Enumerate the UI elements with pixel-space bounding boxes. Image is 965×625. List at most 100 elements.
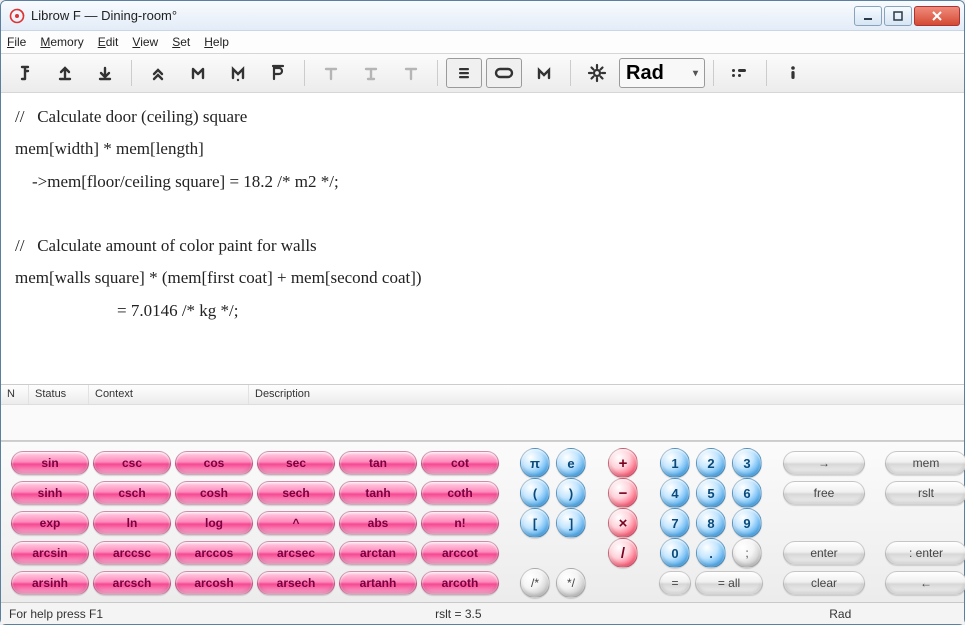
act-rslt[interactable]: rslt — [885, 481, 965, 505]
fn-arcsch[interactable]: arcsch — [93, 571, 171, 595]
maximize-button[interactable] — [884, 6, 912, 26]
menu-file[interactable]: File — [7, 35, 26, 49]
equals[interactable]: = — [659, 571, 691, 595]
sym-([interactable]: ( — [520, 478, 550, 508]
fn-arccsc[interactable]: arccsc — [93, 541, 171, 565]
fn-arccos[interactable]: arccos — [175, 541, 253, 565]
fn-abs[interactable]: abs — [339, 511, 417, 535]
op-−[interactable]: − — [608, 478, 638, 508]
sym-π[interactable]: π — [520, 448, 550, 478]
settings-gear-icon[interactable] — [579, 58, 615, 88]
fn-arctan[interactable]: arctan — [339, 541, 417, 565]
park-icon[interactable] — [260, 58, 296, 88]
digit-6[interactable]: 6 — [732, 478, 762, 508]
digit-4[interactable]: 4 — [660, 478, 690, 508]
comment-close[interactable]: */ — [556, 568, 586, 598]
digit-8[interactable]: 8 — [696, 508, 726, 538]
equals-all[interactable]: = all — [695, 571, 763, 595]
fn-sin[interactable]: sin — [11, 451, 89, 475]
toolbar-separator — [437, 60, 438, 86]
semicolon[interactable]: ; — [732, 538, 762, 568]
fn-^[interactable]: ^ — [257, 511, 335, 535]
menu-view[interactable]: View — [132, 35, 158, 49]
fn-tan[interactable]: tan — [339, 451, 417, 475]
up-double-icon[interactable] — [140, 58, 176, 88]
sym-[[interactable]: [ — [520, 508, 550, 538]
fn-artanh[interactable]: artanh — [339, 571, 417, 595]
col-status[interactable]: Status — [29, 385, 89, 404]
text-t3-icon[interactable] — [393, 58, 429, 88]
act-enter[interactable]: enter — [783, 541, 865, 565]
fn-sec[interactable]: sec — [257, 451, 335, 475]
angle-mode-select[interactable]: Rad ▾ — [619, 58, 705, 88]
m-mode-icon[interactable] — [526, 58, 562, 88]
menu-memory[interactable]: Memory — [40, 35, 83, 49]
titlebar: Librow F — Dining-room° — [1, 1, 964, 31]
act-mem[interactable]: mem — [885, 451, 965, 475]
panel-icon[interactable] — [486, 58, 522, 88]
act-free[interactable]: free — [783, 481, 865, 505]
act-←[interactable]: ← — [885, 571, 965, 595]
col-context[interactable]: Context — [89, 385, 249, 404]
fn-cos[interactable]: cos — [175, 451, 253, 475]
fn-log[interactable]: log — [175, 511, 253, 535]
act-: enter[interactable]: : enter — [885, 541, 965, 565]
col-description[interactable]: Description — [249, 385, 964, 404]
digit-7[interactable]: 7 — [660, 508, 690, 538]
code-editor[interactable]: // Calculate door (ceiling) square mem[w… — [1, 93, 964, 385]
digit-9[interactable]: 9 — [732, 508, 762, 538]
app-icon — [9, 8, 25, 24]
decimal-point[interactable]: . — [696, 538, 726, 568]
memory-m1-icon[interactable] — [180, 58, 216, 88]
fn-csch[interactable]: csch — [93, 481, 171, 505]
col-n[interactable]: N — [1, 385, 29, 404]
fn-arsech[interactable]: arsech — [257, 571, 335, 595]
fn-n![interactable]: n! — [421, 511, 499, 535]
fn-arcsin[interactable]: arcsin — [11, 541, 89, 565]
op-×[interactable]: × — [608, 508, 638, 538]
fn-exp[interactable]: exp — [11, 511, 89, 535]
fn-ln[interactable]: ln — [93, 511, 171, 535]
minimize-button[interactable] — [854, 6, 882, 26]
sym-][interactable]: ] — [556, 508, 586, 538]
act-clear[interactable]: clear — [783, 571, 865, 595]
comment-open[interactable]: /* — [520, 568, 550, 598]
sym-)[interactable]: ) — [556, 478, 586, 508]
list-icon[interactable] — [446, 58, 482, 88]
digit-2[interactable]: 2 — [696, 448, 726, 478]
text-t2-icon[interactable] — [353, 58, 389, 88]
op-/[interactable]: / — [608, 538, 638, 568]
digit-1[interactable]: 1 — [660, 448, 690, 478]
text-t1-icon[interactable] — [313, 58, 349, 88]
close-button[interactable] — [914, 6, 960, 26]
memory-m2-icon[interactable] — [220, 58, 256, 88]
digit-3[interactable]: 3 — [732, 448, 762, 478]
function-icon[interactable] — [7, 58, 43, 88]
fn-cot[interactable]: cot — [421, 451, 499, 475]
menu-edit[interactable]: Edit — [98, 35, 119, 49]
op-+[interactable]: + — [608, 448, 638, 478]
fn-arccot[interactable]: arccot — [421, 541, 499, 565]
fn-coth[interactable]: coth — [421, 481, 499, 505]
toolbar-separator — [131, 60, 132, 86]
fn-csc[interactable]: csc — [93, 451, 171, 475]
export-up-icon[interactable] — [47, 58, 83, 88]
menu-help[interactable]: Help — [204, 35, 229, 49]
act-→[interactable]: → — [783, 451, 865, 475]
assign-icon[interactable] — [722, 58, 758, 88]
fn-arcosh[interactable]: arcosh — [175, 571, 253, 595]
sym-e[interactable]: e — [556, 448, 586, 478]
info-icon[interactable] — [775, 58, 811, 88]
fn-arcoth[interactable]: arcoth — [421, 571, 499, 595]
chevron-down-icon: ▾ — [693, 68, 698, 79]
fn-cosh[interactable]: cosh — [175, 481, 253, 505]
digit-0[interactable]: 0 — [660, 538, 690, 568]
fn-arsinh[interactable]: arsinh — [11, 571, 89, 595]
fn-sech[interactable]: sech — [257, 481, 335, 505]
fn-sinh[interactable]: sinh — [11, 481, 89, 505]
import-down-icon[interactable] — [87, 58, 123, 88]
fn-tanh[interactable]: tanh — [339, 481, 417, 505]
fn-arcsec[interactable]: arcsec — [257, 541, 335, 565]
digit-5[interactable]: 5 — [696, 478, 726, 508]
menu-set[interactable]: Set — [172, 35, 190, 49]
